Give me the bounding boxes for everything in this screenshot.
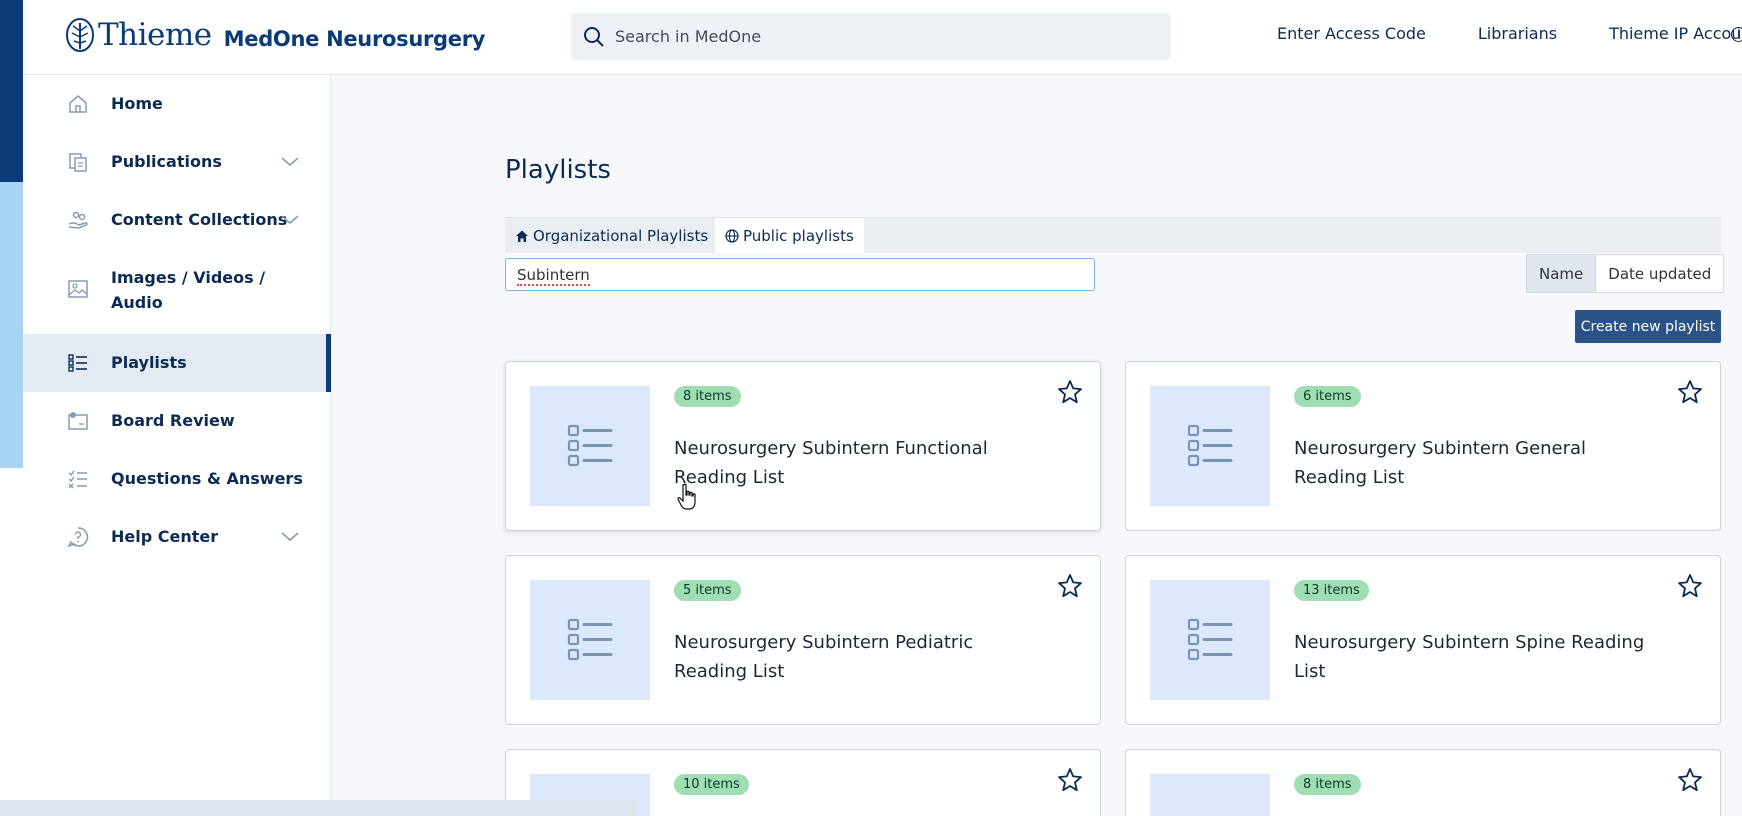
playlist-icon (1187, 424, 1233, 467)
playlist-card[interactable]: 13 items Neurosurgery Subintern Spine Re… (1125, 555, 1721, 725)
playlist-filter-input[interactable] (505, 258, 1095, 291)
home-icon (69, 95, 87, 113)
sidebar-item-label: Questions & Answers (111, 469, 303, 488)
global-search[interactable] (571, 13, 1171, 60)
star-icon[interactable] (1677, 767, 1703, 793)
enter-access-code-link[interactable]: Enter Access Code (1277, 24, 1426, 43)
sidebar: Home Publications Content Collections Im… (23, 75, 331, 816)
publications-icon (69, 153, 87, 172)
items-count-badge: 10 items (674, 774, 749, 795)
search-input[interactable] (615, 27, 1135, 46)
sidebar-item-label: Content Collections (111, 210, 288, 229)
playlist-card[interactable]: 8 items (1125, 749, 1721, 816)
top-links: Enter Access Code Librarians Thieme IP A… (1277, 24, 1742, 43)
sidebar-item-label: Playlists (111, 353, 187, 372)
sidebar-item-board-review[interactable]: Board Review (23, 392, 331, 450)
tab-public-playlists[interactable]: Public playlists (715, 218, 864, 254)
sidebar-item-label: Publications (111, 152, 222, 171)
playlist-icon (68, 354, 87, 372)
info-icon[interactable]: i (1731, 27, 1742, 42)
page-title: Playlists (505, 155, 611, 185)
playlist-icon (567, 618, 613, 661)
star-icon[interactable] (1677, 379, 1703, 405)
edge-accent-strip (0, 0, 23, 816)
playlist-card[interactable]: 8 items Neurosurgery Subintern Functiona… (505, 361, 1101, 531)
playlist-thumbnail (530, 580, 650, 700)
playlist-icon (567, 424, 613, 467)
tab-label: Public playlists (743, 227, 854, 245)
sidebar-item-home[interactable]: Home (23, 75, 331, 133)
playlist-card[interactable]: 5 items Neurosurgery Subintern Pediatric… (505, 555, 1101, 725)
chevron-down-icon[interactable] (281, 157, 299, 167)
playlist-title[interactable]: Neurosurgery Subintern General Reading L… (1294, 434, 1664, 492)
sidebar-item-label: Help Center (111, 527, 219, 546)
image-icon (68, 280, 88, 298)
sort-by-name-button[interactable]: Name (1527, 255, 1597, 292)
sidebar-item-questions-answers[interactable]: Questions & Answers (23, 450, 331, 508)
playlist-thumbnail (1150, 580, 1270, 700)
items-count-badge: 6 items (1294, 386, 1361, 407)
qa-icon (68, 470, 87, 489)
playlist-title[interactable]: Neurosurgery Subintern Functional Readin… (674, 434, 1044, 492)
chevron-down-icon[interactable] (281, 215, 299, 225)
sidebar-item-content-collections[interactable]: Content Collections (23, 191, 331, 249)
help-icon (67, 527, 89, 548)
playlist-card[interactable]: 6 items Neurosurgery Subintern General R… (1125, 361, 1721, 531)
tab-label: Organizational Playlists (533, 227, 709, 245)
sort-toggle: Name Date updated (1526, 254, 1725, 293)
collections-icon (68, 211, 88, 229)
playlist-tabs: Organizational Playlists Public playlist… (505, 217, 1721, 254)
sidebar-item-label: Images / Videos / Audio (111, 268, 266, 312)
items-count-badge: 5 items (674, 580, 741, 601)
playlist-title[interactable]: Neurosurgery Subintern Spine Reading Lis… (1294, 628, 1664, 686)
sidebar-item-images-videos-audio[interactable]: Images / Videos / Audio (23, 249, 331, 329)
home-icon (516, 230, 528, 242)
browser-status-bar (0, 800, 637, 816)
playlist-thumbnail (1150, 774, 1270, 816)
product-name: MedOne Neurosurgery (223, 26, 486, 51)
librarians-link[interactable]: Librarians (1478, 24, 1557, 43)
items-count-badge: 8 items (674, 386, 741, 407)
ip-account-link[interactable]: Thieme IP Account (1609, 24, 1742, 43)
board-review-icon (68, 412, 88, 430)
star-icon[interactable] (1057, 573, 1083, 599)
hand-cursor-icon (677, 483, 696, 510)
globe-icon (725, 229, 739, 243)
playlist-title[interactable]: Neurosurgery Subintern Pediatric Reading… (674, 628, 1044, 686)
sort-by-date-button[interactable]: Date updated (1596, 255, 1724, 292)
star-icon[interactable] (1057, 767, 1083, 793)
sidebar-item-label: Home (111, 94, 163, 113)
search-icon (584, 26, 604, 47)
sidebar-item-playlists[interactable]: Playlists (23, 334, 331, 392)
top-header: Thieme MedOne Neurosurgery Enter Access … (23, 0, 1742, 75)
logo-wordmark: Thieme (98, 17, 212, 53)
logo[interactable]: Thieme MedOne Neurosurgery (65, 17, 485, 53)
chevron-down-icon[interactable] (281, 532, 299, 542)
items-count-badge: 13 items (1294, 580, 1369, 601)
edge-accent-light (0, 182, 23, 468)
spellcheck-underline (517, 283, 590, 286)
playlist-thumbnail (530, 386, 650, 506)
items-count-badge: 8 items (1294, 774, 1361, 795)
thieme-tree-logo-icon (66, 18, 94, 52)
edge-accent-dark (0, 0, 23, 182)
sidebar-item-label: Board Review (111, 411, 235, 430)
star-icon[interactable] (1057, 379, 1083, 405)
star-icon[interactable] (1677, 573, 1703, 599)
playlist-thumbnail (1150, 386, 1270, 506)
sidebar-item-help-center[interactable]: Help Center (23, 508, 331, 566)
playlist-icon (1187, 618, 1233, 661)
tab-organizational-playlists[interactable]: Organizational Playlists (505, 218, 718, 254)
sidebar-item-publications[interactable]: Publications (23, 133, 331, 191)
create-playlist-button[interactable]: Create new playlist (1575, 310, 1721, 343)
